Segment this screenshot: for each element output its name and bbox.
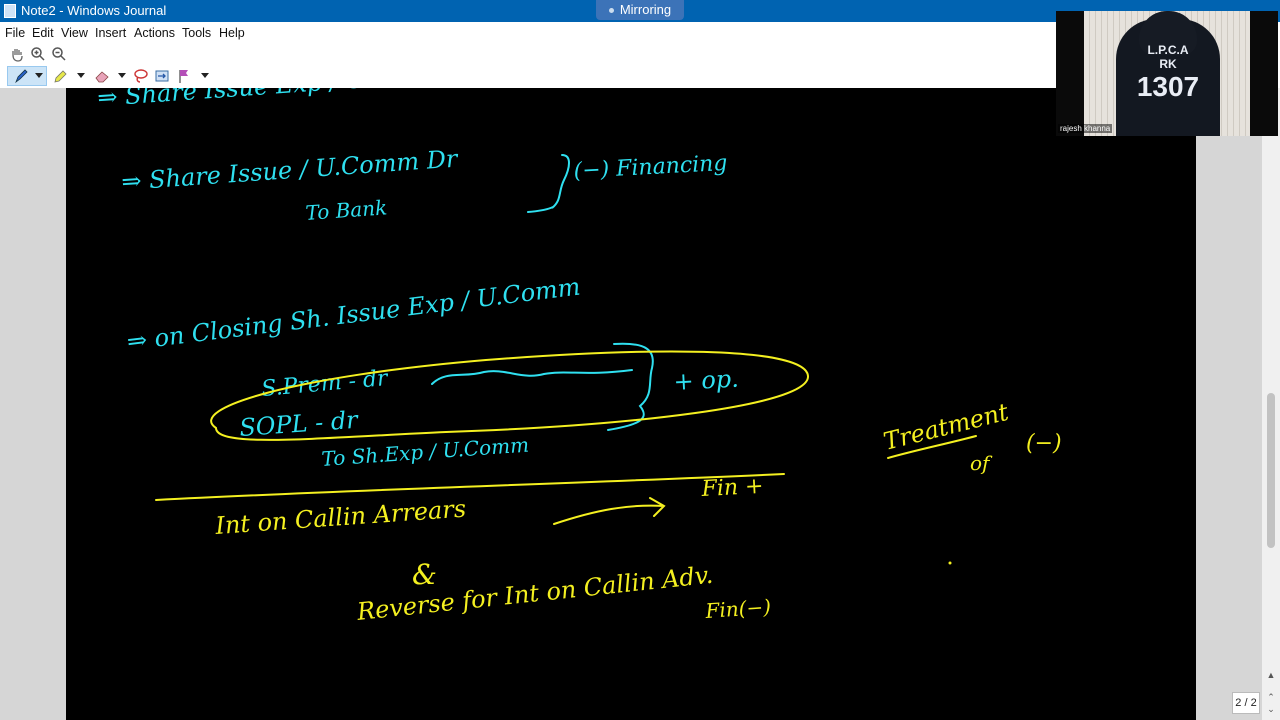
note-line16: Reverse for Int on Callin Adv. [355,561,715,626]
flag-icon[interactable] [176,68,192,84]
note-line11: of [970,451,993,475]
note-line4: (−) Financing [573,151,728,184]
note-line6: S.Prem - dr [260,366,390,402]
zoom-out-icon[interactable] [51,46,67,62]
menu-view[interactable]: View [61,26,88,40]
bracket-op [607,342,654,431]
ink-layer: ⇒ Share Issue Exp / U.Comm ⇒ Share Issue… [96,88,1062,626]
hand-pan-icon[interactable] [9,46,25,62]
eraser-dropdown-icon[interactable] [117,70,127,80]
pen-dropdown-icon[interactable] [34,70,44,80]
wavy-line [431,369,633,385]
hoodie-text-line2: RK [1159,57,1177,71]
note-line8: To Sh.Exp / U.Comm [321,433,530,471]
note-line10: Treatment [881,398,1012,456]
vertical-scrollbar[interactable]: ▲ ⌃ ⌄ [1262,88,1280,720]
journal-canvas: ⇒ Share Issue Exp / U.Comm ⇒ Share Issue… [0,88,1280,720]
flag-dropdown-icon[interactable] [200,70,210,80]
participant-name: rajesh khanna [1058,124,1113,133]
page-up-icon[interactable]: ⌃ [1265,692,1277,702]
scroll-thumb[interactable] [1267,393,1275,548]
mirroring-dot-icon [608,8,614,14]
menu-edit[interactable]: Edit [32,26,54,40]
highlighter-dropdown-icon[interactable] [76,70,86,80]
insert-space-icon[interactable] [154,68,170,84]
scroll-up-icon[interactable]: ▲ [1265,670,1277,680]
note-page[interactable]: ⇒ Share Issue Exp / U.Comm ⇒ Share Issue… [66,88,1196,720]
menu-tools[interactable]: Tools [182,26,211,40]
mirroring-indicator[interactable]: Mirroring [596,0,684,20]
mirroring-label: Mirroring [619,2,672,17]
note-line2: ⇒ Share Issue / U.Comm Dr [120,144,459,196]
stray-dot [948,561,952,565]
bracket-financing [527,154,570,213]
menu-actions[interactable]: Actions [134,26,175,40]
menu-insert[interactable]: Insert [95,26,126,40]
menu-help[interactable]: Help [219,26,245,40]
underline-separator [155,473,785,501]
note-line1: ⇒ Share Issue Exp / U.Comm [96,88,450,112]
highlighter-icon[interactable] [52,68,68,84]
pen-icon[interactable] [13,68,29,84]
note-line17: Fin(−) [704,594,772,623]
page-down-icon[interactable]: ⌄ [1265,704,1277,714]
note-line3: To Bank [305,195,388,225]
menu-file[interactable]: File [5,26,25,40]
note-line13: Int on Callin Arrears [213,495,466,541]
journal-app-icon [4,4,16,18]
lasso-select-icon[interactable] [133,68,149,84]
note-line15: & [412,558,437,591]
hoodie-text-line3: 1307 [1136,71,1200,102]
page-counter: 2 / 2 [1232,692,1260,714]
zoom-in-icon[interactable] [30,46,46,62]
arrow-fin-plus [553,497,666,525]
note-line5: ⇒ on Closing Sh. Issue Exp / U.Comm [125,273,582,356]
note-line9: + op. [673,365,740,396]
note-line12: (−) [1026,431,1062,456]
window-title: Note2 - Windows Journal [21,3,167,18]
participant-video[interactable]: L.P.C.A RK 1307 rajesh khanna [1056,11,1278,136]
hoodie-text-line1: L.P.C.A [1147,43,1189,57]
eraser-icon[interactable] [94,68,110,84]
